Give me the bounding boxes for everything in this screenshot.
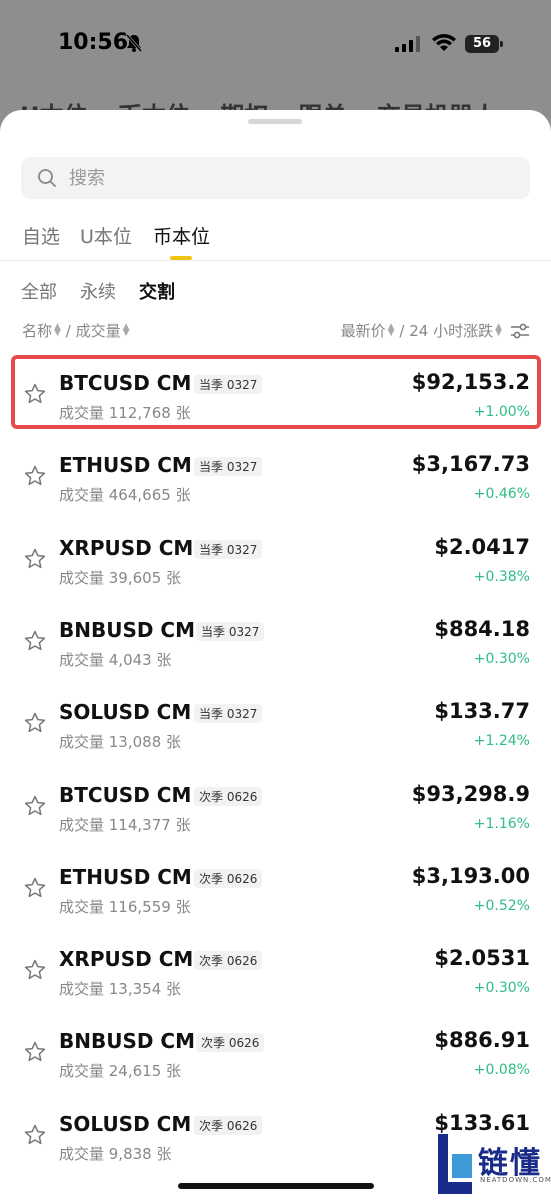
contract-volume: 成交量 9,838 张 <box>59 1144 172 1163</box>
contract-change: +0.30% <box>473 650 530 667</box>
battery-icon: 56 <box>465 35 503 53</box>
star-icon[interactable] <box>23 1040 47 1064</box>
list-item[interactable]: SOLUSD CM 当季 0327 成交量 13,088 张 $133.77 +1.24… <box>0 691 551 773</box>
contract-symbol: XRPUSD CM <box>59 535 194 560</box>
list-item[interactable]: BNBUSD CM 次季 0626 成交量 24,615 张 $886.91 +0.08… <box>0 1020 551 1102</box>
search-input[interactable] <box>69 157 509 199</box>
contract-symbol: BNBUSD CM <box>59 617 196 642</box>
watermark-l-icon <box>438 1134 472 1194</box>
sort-arrows-icon: ▲ ▼ <box>54 322 61 338</box>
sort-name[interactable]: 名称 ▲ ▼ <box>22 322 61 340</box>
star-icon[interactable] <box>23 876 47 900</box>
sort-separator: / <box>65 322 71 340</box>
contract-symbol: SOLUSD CM <box>59 1111 192 1136</box>
search-icon <box>38 169 56 187</box>
star-icon[interactable] <box>23 958 47 982</box>
contract-expiry-badge: 次季 0626 <box>194 1115 263 1135</box>
contract-change: +0.52% <box>473 897 530 914</box>
battery-level: 56 <box>472 36 492 51</box>
home-indicator[interactable] <box>178 1183 374 1189</box>
contract-symbol: ETHUSD CM <box>59 453 192 478</box>
subtab-delivery[interactable]: 交割 <box>139 278 175 304</box>
contract-expiry-badge: 当季 0327 <box>194 539 263 559</box>
contract-price: $133.77 <box>434 699 530 724</box>
cellular-signal-icon <box>395 36 420 52</box>
filter-settings-icon[interactable] <box>510 322 530 340</box>
status-bar: 10:56 56 <box>0 0 551 90</box>
sheet-grabber[interactable] <box>248 119 302 124</box>
contract-volume: 成交量 13,088 张 <box>59 733 182 752</box>
symbol-picker-sheet: 自选 U本位 币本位 全部 永续 交割 名称▲▼ / 成交量▲▼ 最新价▲▼ /… <box>0 110 551 1200</box>
sort-arrows-icon: ▲ ▼ <box>122 322 130 338</box>
contract-price: $2.0417 <box>434 534 530 559</box>
tab-usdt-margined[interactable]: U本位 <box>80 222 132 249</box>
contract-expiry-badge: 次季 0626 <box>196 1033 265 1053</box>
contract-symbol: XRPUSD CM <box>59 947 194 972</box>
contract-volume: 成交量 116,559 张 <box>59 897 191 916</box>
contract-price: $884.18 <box>434 616 530 641</box>
bell-muted-icon <box>125 34 143 52</box>
list-item[interactable]: XRPUSD CM 次季 0626 成交量 13,354 张 $2.0531 +0.30… <box>0 938 551 1020</box>
contract-expiry-badge: 当季 0327 <box>194 457 263 477</box>
contract-price: $886.91 <box>434 1028 530 1053</box>
list-item[interactable]: BNBUSD CM 当季 0327 成交量 4,043 张 $884.18 +0.30% <box>0 609 551 691</box>
contract-symbol: ETHUSD CM <box>59 864 192 889</box>
contract-price: $3,167.73 <box>411 452 530 477</box>
contract-change: +0.38% <box>473 568 530 585</box>
list-item[interactable]: ETHUSD CM 次季 0626 成交量 116,559 张 $3,193.00 +0… <box>0 856 551 938</box>
contract-volume: 成交量 4,043 张 <box>59 650 172 669</box>
star-icon[interactable] <box>23 629 47 653</box>
star-icon[interactable] <box>23 464 47 488</box>
contract-price: $93,298.9 <box>411 781 530 806</box>
sort-last-price[interactable]: 最新价 ▲ ▼ <box>341 322 395 340</box>
highlight-box <box>11 355 541 429</box>
star-icon[interactable] <box>23 1123 47 1147</box>
subtab-all[interactable]: 全部 <box>21 278 57 304</box>
contract-expiry-badge: 次季 0626 <box>194 786 263 806</box>
star-icon[interactable] <box>23 711 47 735</box>
contract-volume: 成交量 39,605 张 <box>59 568 182 587</box>
tab-favorites[interactable]: 自选 <box>22 222 60 249</box>
contract-volume: 成交量 464,665 张 <box>59 486 191 505</box>
contract-volume: 成交量 24,615 张 <box>59 1062 182 1081</box>
contract-symbol: BNBUSD CM <box>59 1029 196 1054</box>
contract-expiry-badge: 当季 0327 <box>196 621 265 641</box>
contract-change: +1.16% <box>473 815 530 832</box>
contract-expiry-badge: 次季 0626 <box>194 951 263 971</box>
contract-symbol: SOLUSD CM <box>59 700 192 725</box>
list-item[interactable]: ETHUSD CM 当季 0327 成交量 464,665 张 $3,167.73 +0… <box>0 444 551 526</box>
list-item[interactable]: BTCUSD CM 次季 0626 成交量 114,377 张 $93,298.9 +1… <box>0 774 551 856</box>
star-icon[interactable] <box>23 794 47 818</box>
contract-expiry-badge: 次季 0626 <box>194 868 263 888</box>
sort-arrows-icon: ▲ ▼ <box>387 322 395 338</box>
wifi-icon <box>432 34 456 51</box>
contract-expiry-badge: 当季 0327 <box>194 704 263 724</box>
sort-separator: / <box>399 322 405 340</box>
contract-price: $2.0531 <box>434 946 530 971</box>
sort-arrows-icon: ▲ ▼ <box>495 322 502 338</box>
contract-price: $3,193.00 <box>411 863 530 888</box>
contract-change: +1.24% <box>473 733 530 750</box>
search-bar[interactable] <box>21 157 530 199</box>
contract-change: +0.08% <box>473 1062 530 1079</box>
contract-volume: 成交量 13,354 张 <box>59 980 182 999</box>
status-time: 10:56 <box>58 30 129 55</box>
sort-volume[interactable]: 成交量 ▲ ▼ <box>76 322 130 340</box>
watermark-logo: 链懂 NEATDOWN.COM <box>438 1130 551 1200</box>
contract-change: +0.30% <box>473 980 530 997</box>
contract-volume: 成交量 114,377 张 <box>59 815 191 834</box>
contract-symbol: BTCUSD CM <box>59 782 192 807</box>
tabs-divider <box>0 260 551 261</box>
contract-change: +0.46% <box>473 486 530 503</box>
tab-coin-margined[interactable]: 币本位 <box>153 222 210 249</box>
list-item[interactable]: XRPUSD CM 当季 0327 成交量 39,605 张 $2.0417 +0.38… <box>0 527 551 609</box>
watermark-subtext: NEATDOWN.COM <box>480 1176 551 1184</box>
sort-24h-change[interactable]: 24 小时涨跌 ▲ ▼ <box>409 322 502 340</box>
subtab-perpetual[interactable]: 永续 <box>80 278 116 304</box>
star-icon[interactable] <box>23 547 47 571</box>
sort-bar: 名称 ▲ ▼ / 成交量 ▲ ▼ 最新价 ▲ ▼ / 24 小时涨跌 ▲ ▼ <box>22 320 532 342</box>
